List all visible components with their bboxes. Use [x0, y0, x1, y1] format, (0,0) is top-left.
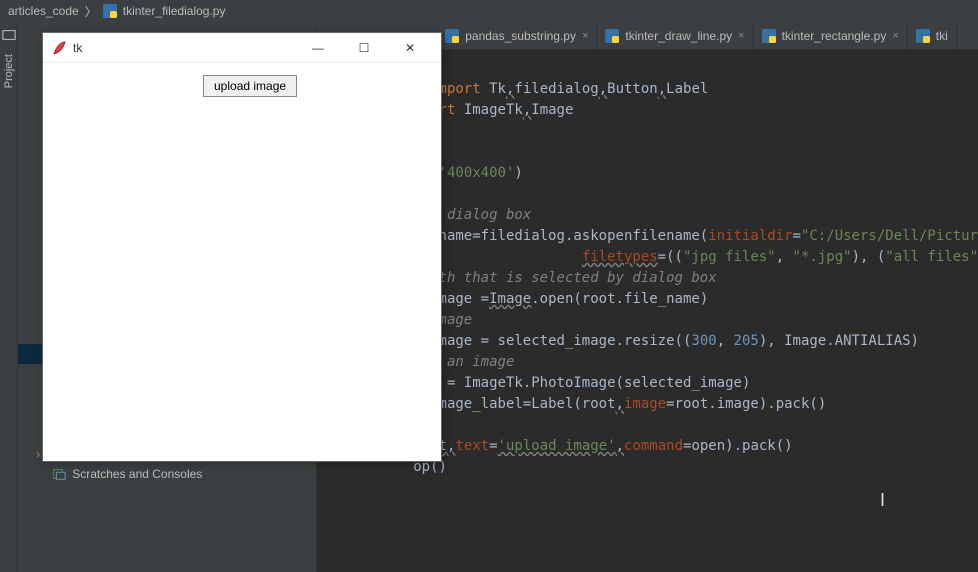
scratches-icon — [52, 467, 66, 481]
tree-row-scratches[interactable]: Scratches and Consoles — [18, 464, 316, 484]
upload-image-button[interactable]: upload image — [203, 75, 297, 97]
tab-label: tkinter_draw_line.py — [625, 29, 732, 43]
tab-label: tkinter_rectangle.py — [782, 29, 887, 43]
tab-label: tki — [936, 29, 948, 43]
maximize-button[interactable]: ☐ — [341, 33, 387, 63]
project-tool-icon[interactable] — [2, 28, 16, 42]
minimize-button[interactable]: — — [295, 33, 341, 63]
tab-label: pandas_substring.py — [465, 29, 576, 43]
python-file-icon — [605, 29, 619, 43]
tk-body: upload image — [43, 63, 441, 461]
python-file-icon — [445, 29, 459, 43]
tk-window: tk — ☐ ✕ upload image — [42, 32, 442, 462]
close-icon[interactable]: × — [582, 30, 588, 42]
python-file-icon — [916, 29, 930, 43]
breadcrumb-sep: 〉 — [85, 3, 97, 20]
tk-title: tk — [73, 41, 295, 55]
tab-tkinter-draw-line[interactable]: tkinter_draw_line.py × — [597, 23, 753, 49]
project-tool-label[interactable]: Project — [3, 54, 15, 88]
tree-label: Scratches and Consoles — [72, 467, 202, 481]
tk-titlebar[interactable]: tk — ☐ ✕ — [43, 33, 441, 63]
breadcrumb-file[interactable]: tkinter_filedialog.py — [123, 4, 226, 18]
breadcrumb-folder[interactable]: articles_code — [8, 4, 79, 18]
close-button[interactable]: ✕ — [387, 33, 433, 63]
breadcrumb: articles_code 〉 tkinter_filedialog.py — [0, 0, 978, 22]
tab-tkinter-rectangle[interactable]: tkinter_rectangle.py × — [754, 23, 908, 49]
project-tool-strip: Project — [0, 22, 18, 572]
text-cursor-icon: I — [880, 490, 885, 511]
tk-feather-icon — [51, 40, 67, 56]
close-icon[interactable]: × — [738, 30, 744, 42]
python-file-icon — [103, 4, 117, 18]
python-file-icon — [762, 29, 776, 43]
tab-pandas-substring[interactable]: pandas_substring.py × — [437, 23, 597, 49]
close-icon[interactable]: × — [892, 30, 898, 42]
tab-overflow[interactable]: tki — [908, 23, 957, 49]
